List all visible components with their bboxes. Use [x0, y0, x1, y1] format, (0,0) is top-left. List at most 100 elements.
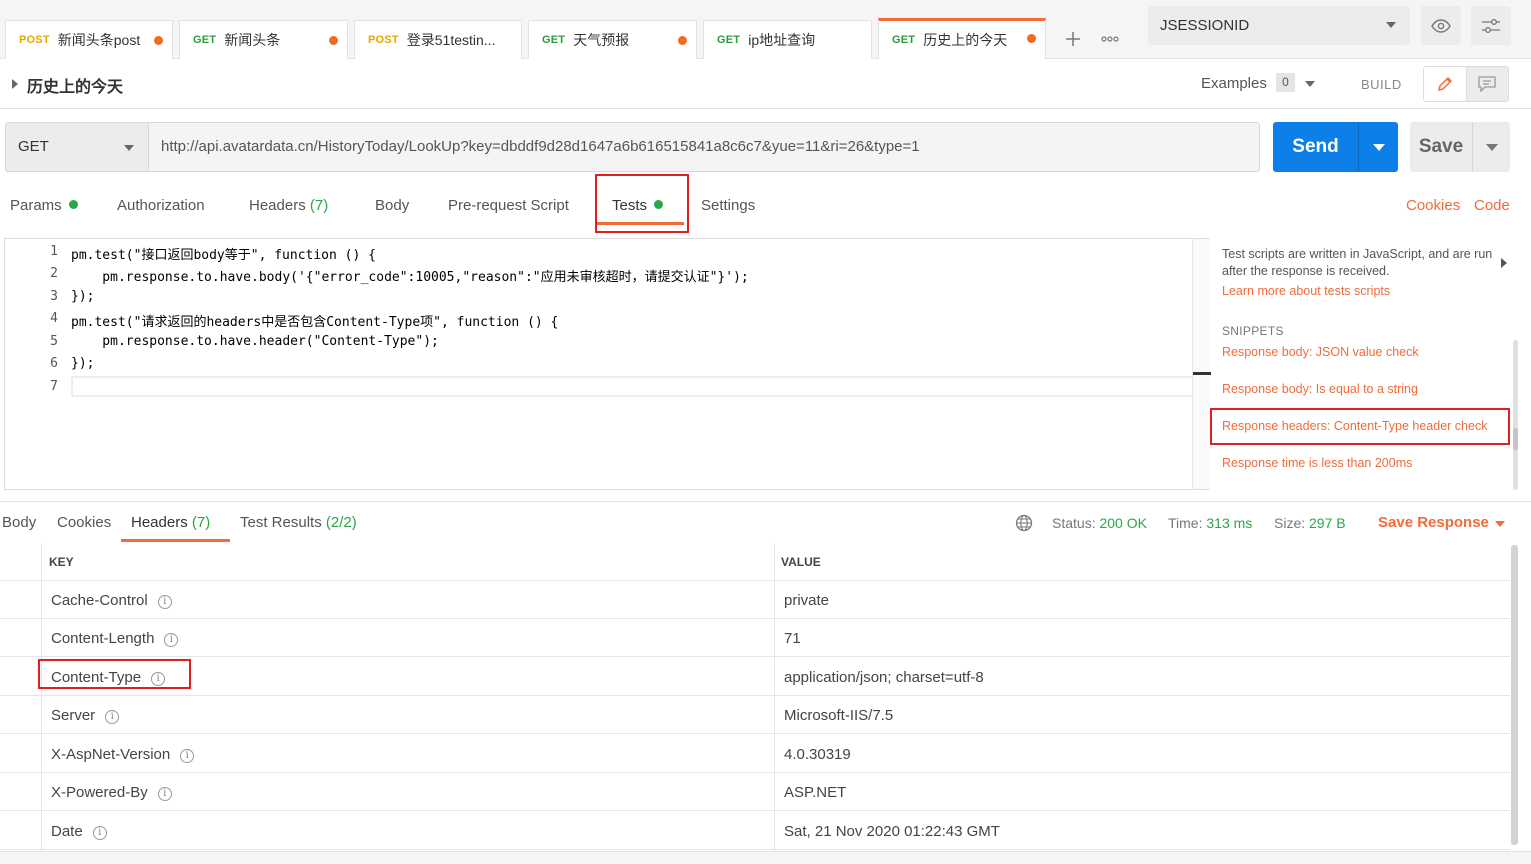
edit-button[interactable]	[1424, 67, 1467, 101]
info-icon[interactable]: i	[92, 826, 107, 840]
examples-count-badge: 0	[1276, 73, 1295, 92]
key-text: Cache-Control	[51, 592, 148, 609]
environment-selected: JSESSIONID	[1160, 17, 1250, 34]
size-value: 297 B	[1309, 515, 1346, 531]
request-url-input[interactable]: http://api.avatardata.cn/HistoryToday/Lo…	[148, 122, 1260, 172]
code-line: pm.test("接口返回body等于", function () {	[71, 248, 376, 263]
send-button[interactable]: Send	[1273, 122, 1358, 172]
http-method-select[interactable]: GET	[5, 122, 149, 172]
headers-count: (7)	[191, 514, 211, 531]
code-link[interactable]: Code	[1474, 197, 1510, 214]
table-header: KEY VALUE	[0, 543, 1510, 581]
chevron-down-icon	[1485, 143, 1498, 151]
response-tab-test-results[interactable]: Test Results (2/2)	[240, 514, 357, 531]
new-tab-button[interactable]	[1055, 20, 1091, 58]
editor-scrollbar[interactable]	[1192, 239, 1211, 489]
response-tab-headers[interactable]: Headers (7)	[131, 514, 210, 531]
tab-authorization[interactable]: Authorization	[117, 197, 205, 214]
header-key: X-Powered-By i	[51, 784, 172, 801]
collapse-panel-icon[interactable]	[1501, 258, 1507, 268]
request-title[interactable]: 历史上的今天	[27, 73, 123, 97]
tab-body[interactable]: Body	[375, 197, 409, 214]
globe-icon[interactable]	[1015, 514, 1033, 532]
unsaved-dot-icon	[154, 36, 163, 45]
comments-button[interactable]	[1466, 67, 1508, 101]
request-tab-5-active[interactable]: GET 历史上的今天	[878, 18, 1046, 59]
learn-more-link[interactable]: Learn more about tests scripts	[1222, 284, 1390, 298]
table-row: Server i Microsoft-IIS/7.5	[0, 696, 1510, 734]
snippet-item[interactable]: Response time is less than 200ms	[1222, 456, 1412, 470]
response-scrollbar[interactable]	[1511, 545, 1518, 845]
header-key: Date i	[51, 823, 107, 840]
tab-method-get: GET	[193, 34, 217, 46]
key-text: X-AspNet-Version	[51, 746, 171, 763]
highlight-box-snippet	[1210, 408, 1510, 445]
save-options-button[interactable]	[1472, 122, 1510, 172]
tab-name: 历史上的今天	[923, 32, 1008, 48]
line-number: 2	[50, 266, 58, 281]
request-tab-4[interactable]: GET ip地址查询	[703, 20, 872, 59]
scroll-thumb[interactable]	[1511, 545, 1518, 845]
code-line: pm.test("请求返回的headers中是否包含Content-Type项"…	[71, 315, 559, 330]
table-row: X-Powered-By i ASP.NET	[0, 773, 1510, 811]
request-tab-2[interactable]: POST 登录51testin...	[354, 20, 522, 59]
tab-prerequest-script[interactable]: Pre-request Script	[448, 197, 569, 214]
info-icon[interactable]: i	[180, 749, 195, 763]
status-value: 200 OK	[1099, 515, 1147, 531]
cookies-link[interactable]: Cookies	[1406, 197, 1460, 214]
chevron-down-icon	[1386, 22, 1396, 28]
manage-environments-button[interactable]	[1471, 6, 1511, 45]
expand-caret-icon[interactable]	[12, 79, 18, 89]
info-icon[interactable]: i	[157, 787, 172, 801]
tab-name: ip地址查询	[748, 32, 816, 48]
snippets-scrollbar[interactable]	[1513, 340, 1518, 490]
header-key: Cache-Control i	[51, 592, 172, 609]
tab-settings[interactable]: Settings	[701, 197, 755, 214]
chevron-down-icon[interactable]	[1305, 81, 1315, 87]
request-tab-3[interactable]: GET 天气预报	[528, 20, 697, 59]
chevron-down-icon	[1372, 143, 1385, 151]
request-tab-bar: POST 新闻头条post GET 新闻头条 POST 登录51testin..…	[0, 0, 1531, 59]
request-tab-0[interactable]: POST 新闻头条post	[5, 20, 173, 59]
code-line: pm.response.to.have.header("Content-Type…	[71, 334, 439, 349]
snippet-item[interactable]: Response body: Is equal to a string	[1222, 382, 1418, 396]
headers-count: (7)	[309, 197, 329, 214]
tab-method-post: POST	[368, 34, 399, 46]
table-row: X-AspNet-Version i 4.0.30319	[0, 735, 1510, 773]
tab-params[interactable]: Params	[10, 197, 78, 214]
status-label: Status:	[1052, 515, 1096, 531]
environment-select[interactable]: JSESSIONID	[1148, 6, 1410, 45]
send-options-button[interactable]	[1358, 122, 1398, 172]
key-text: X-Powered-By	[51, 784, 148, 801]
pencil-icon	[1437, 76, 1452, 92]
code-line: });	[71, 289, 95, 304]
build-mode-label[interactable]: BUILD	[1361, 77, 1402, 92]
examples-dropdown[interactable]: Examples	[1201, 75, 1267, 92]
tab-headers[interactable]: Headers (7)	[249, 197, 328, 214]
environment-quick-look-button[interactable]	[1421, 6, 1461, 45]
save-button[interactable]: Save	[1410, 122, 1472, 172]
snippet-item[interactable]: Response body: JSON value check	[1222, 345, 1419, 359]
more-icon	[1101, 36, 1119, 42]
response-tab-cookies[interactable]: Cookies	[57, 514, 111, 531]
comment-icon	[1478, 76, 1496, 92]
highlight-box-tests-tab	[595, 174, 689, 233]
highlight-box-content-type	[38, 659, 191, 689]
info-icon[interactable]: i	[105, 710, 120, 724]
code-line: });	[71, 356, 95, 371]
response-tab-body[interactable]: Body	[2, 514, 36, 531]
request-tab-1[interactable]: GET 新闻头条	[179, 20, 348, 59]
info-icon[interactable]: i	[157, 595, 172, 609]
chevron-down-icon[interactable]	[1495, 521, 1505, 527]
scroll-thumb[interactable]	[1513, 428, 1518, 450]
response-time: Time: 313 ms	[1168, 515, 1252, 531]
save-response-button[interactable]: Save Response	[1378, 514, 1489, 531]
tab-method-get: GET	[542, 34, 566, 46]
tab-name: 登录51testin...	[406, 32, 496, 48]
line-number: 5	[50, 334, 58, 349]
info-icon[interactable]: i	[164, 633, 179, 647]
pane-divider[interactable]	[0, 501, 1531, 502]
header-key: Server i	[51, 707, 120, 724]
tests-code-editor[interactable]: 1 2 3 4 5 6 7 pm.test("接口返回body等于", func…	[4, 238, 1211, 490]
more-tabs-button[interactable]	[1092, 20, 1128, 58]
